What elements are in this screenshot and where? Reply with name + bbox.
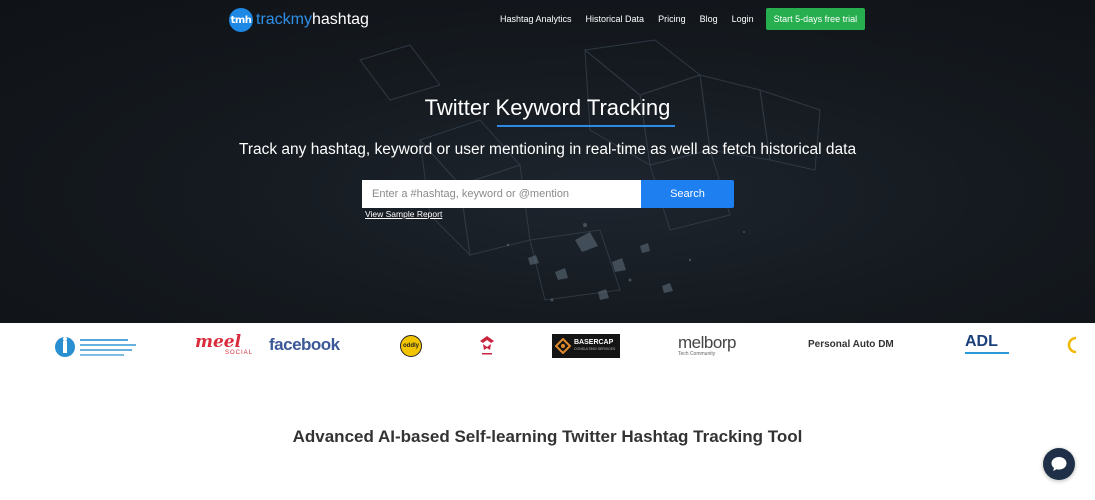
hero-title: Twitter Keyword Tracking [424, 95, 671, 120]
hero-section: tmh trackmyhashtag Hashtag Analytics His… [0, 0, 1095, 323]
melbo-subtext: Tech Community [678, 351, 716, 357]
basercap-box: BASERCAP CONSULTING SERVICES [552, 334, 620, 358]
client-logo-adl: ADL [965, 334, 1009, 354]
client-logo-melbourne: melborp Tech Community [678, 334, 736, 357]
client-logos-strip: meel SOCIAL facebook oddly BASERCAP CONS… [0, 323, 1095, 370]
meel-subtext: SOCIAL [225, 350, 254, 356]
education-international-icon [55, 337, 136, 357]
nav-login[interactable]: Login [732, 14, 754, 24]
nav-hashtag-analytics[interactable]: Hashtag Analytics [500, 14, 572, 24]
adl-underline [965, 352, 1009, 354]
brand-logo[interactable]: tmh trackmyhashtag [229, 8, 369, 32]
client-logo-basercap: BASERCAP CONSULTING SERVICES [552, 334, 620, 358]
crest-icon [480, 336, 494, 355]
oddly-badge: oddly [400, 335, 422, 357]
chat-icon [1051, 457, 1067, 471]
basercap-subtext: CONSULTING SERVICES [574, 347, 616, 351]
title-underline [497, 125, 675, 127]
melbo-text: melbo [678, 333, 722, 352]
nav-blog[interactable]: Blog [700, 14, 718, 24]
adl-wordmark: ADL [965, 333, 998, 350]
chat-widget-button[interactable] [1043, 448, 1075, 480]
basercap-icon [555, 338, 571, 354]
start-trial-button[interactable]: Start 5-days free trial [765, 8, 866, 30]
search-button[interactable]: Search [641, 180, 734, 208]
personal-auto-dm-text: Personal Auto DM [808, 339, 894, 350]
oddly-text: oddly [403, 343, 419, 349]
client-logo-education-international [54, 335, 138, 359]
partial-logo-icon [1067, 336, 1077, 354]
basercap-text: BASERCAP CONSULTING SERVICES [574, 339, 615, 353]
view-sample-report-link[interactable]: View Sample Report [365, 209, 442, 219]
client-logo-facebook: facebook [269, 335, 340, 355]
client-logo-partial [1066, 335, 1078, 355]
melbo-wordmark: melborp [678, 334, 736, 351]
basercap-wordmark: BASERCAP [574, 339, 614, 346]
logo-mark-icon: tmh [229, 8, 253, 32]
hero-subtitle: Track any hashtag, keyword or user menti… [238, 141, 857, 158]
nav-pricing[interactable]: Pricing [658, 14, 686, 24]
client-logo-oddly: oddly [400, 335, 422, 357]
client-logo-personal-auto-dm: Personal Auto DM [808, 339, 894, 350]
logo-text-part1: trackmy [256, 11, 312, 28]
melbo-text-tail: rp [721, 333, 737, 352]
logo-text-part2: hashtag [312, 11, 369, 28]
client-logo-meel-social: meel SOCIAL [195, 332, 254, 357]
nav-historical-data[interactable]: Historical Data [586, 14, 645, 24]
network-background [359, 39, 821, 302]
logo-wordmark: trackmyhashtag [256, 11, 369, 29]
client-logo-crest [478, 334, 496, 358]
section-heading: Advanced AI-based Self-learning Twitter … [292, 427, 803, 446]
search-input[interactable] [362, 180, 641, 208]
meel-wordmark: meel [195, 332, 242, 352]
facebook-wordmark: facebook [269, 335, 340, 354]
top-nav: Hashtag Analytics Historical Data Pricin… [500, 8, 866, 30]
